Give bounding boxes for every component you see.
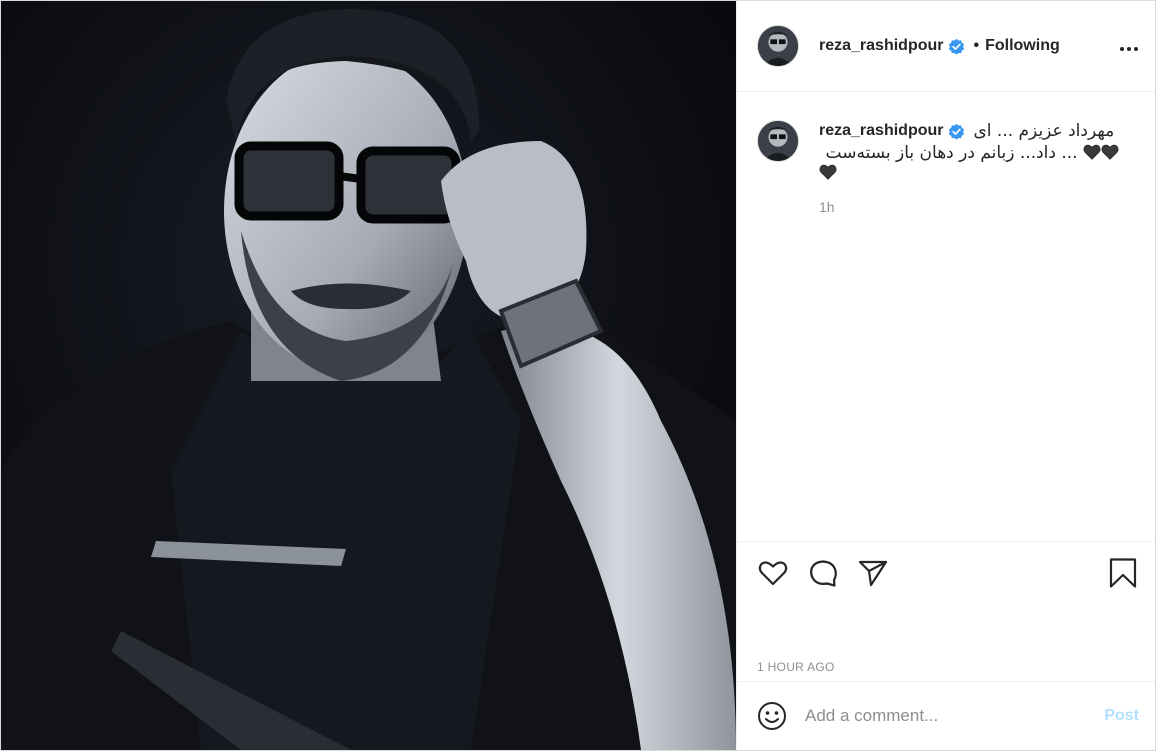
comment-button[interactable] xyxy=(805,555,841,591)
emoji-icon[interactable] xyxy=(757,701,787,731)
comment-icon xyxy=(810,560,837,587)
action-bar xyxy=(737,542,1155,604)
verified-badge-icon xyxy=(949,38,965,55)
black-heart-emoji-icon xyxy=(1101,144,1119,160)
caption-username[interactable]: reza_rashidpour xyxy=(819,120,943,142)
following-button[interactable]: Following xyxy=(985,37,1060,55)
post-image[interactable] xyxy=(1,1,736,750)
share-button[interactable] xyxy=(855,555,891,591)
caption-body: reza_rashidpour مهرداد عزیزم ... ای ... … xyxy=(819,120,1119,215)
comment-input[interactable] xyxy=(805,706,1105,726)
caption-text-line-2-wrap: ... داد... زبانم در دهان باز بسته‌ست xyxy=(819,142,1119,164)
header-separator: • xyxy=(973,37,980,54)
more-options-icon[interactable] xyxy=(1119,36,1139,56)
author-username[interactable]: reza_rashidpour xyxy=(819,37,943,55)
likes-spacer xyxy=(737,604,1155,652)
share-icon xyxy=(858,560,888,587)
avatar-image xyxy=(758,26,798,66)
post-header: reza_rashidpour • Following xyxy=(737,1,1155,92)
comments-section: reza_rashidpour مهرداد عزیزم ... ای ... … xyxy=(737,92,1155,542)
caption-author-avatar[interactable] xyxy=(757,120,799,162)
caption-line-1: reza_rashidpour مهرداد عزیزم ... ای xyxy=(819,120,1119,142)
more-dots-icon xyxy=(1120,47,1138,51)
caption-comment: reza_rashidpour مهرداد عزیزم ... ای ... … xyxy=(757,120,1135,215)
instagram-post: reza_rashidpour • Following reza_rashidp… xyxy=(0,0,1156,751)
black-heart-emoji-icon xyxy=(819,164,837,180)
post-comment-button[interactable]: Post xyxy=(1104,707,1139,725)
bookmark-icon xyxy=(1109,558,1137,588)
post-sidebar: reza_rashidpour • Following reza_rashidp… xyxy=(736,1,1155,750)
author-avatar[interactable] xyxy=(757,25,799,67)
caption-text-line-1: مهرداد عزیزم ... ای xyxy=(973,121,1115,141)
add-comment-bar: Post xyxy=(737,682,1155,750)
save-button[interactable] xyxy=(1105,555,1141,591)
caption-relative-time: 1h xyxy=(819,199,835,215)
heart-icon xyxy=(758,561,788,586)
caption-text-line-2: ... داد... زبانم در دهان باز بسته‌ست xyxy=(825,143,1078,163)
avatar-image xyxy=(758,121,798,161)
post-photo-illustration xyxy=(1,1,736,750)
caption-text-line-3 xyxy=(819,164,1119,183)
post-timestamp[interactable]: 1 HOUR AGO xyxy=(737,652,1155,682)
verified-badge-icon xyxy=(949,123,965,140)
header-text: reza_rashidpour • Following xyxy=(819,37,1060,55)
black-heart-emoji-icon xyxy=(1083,144,1101,160)
like-button[interactable] xyxy=(755,555,791,591)
